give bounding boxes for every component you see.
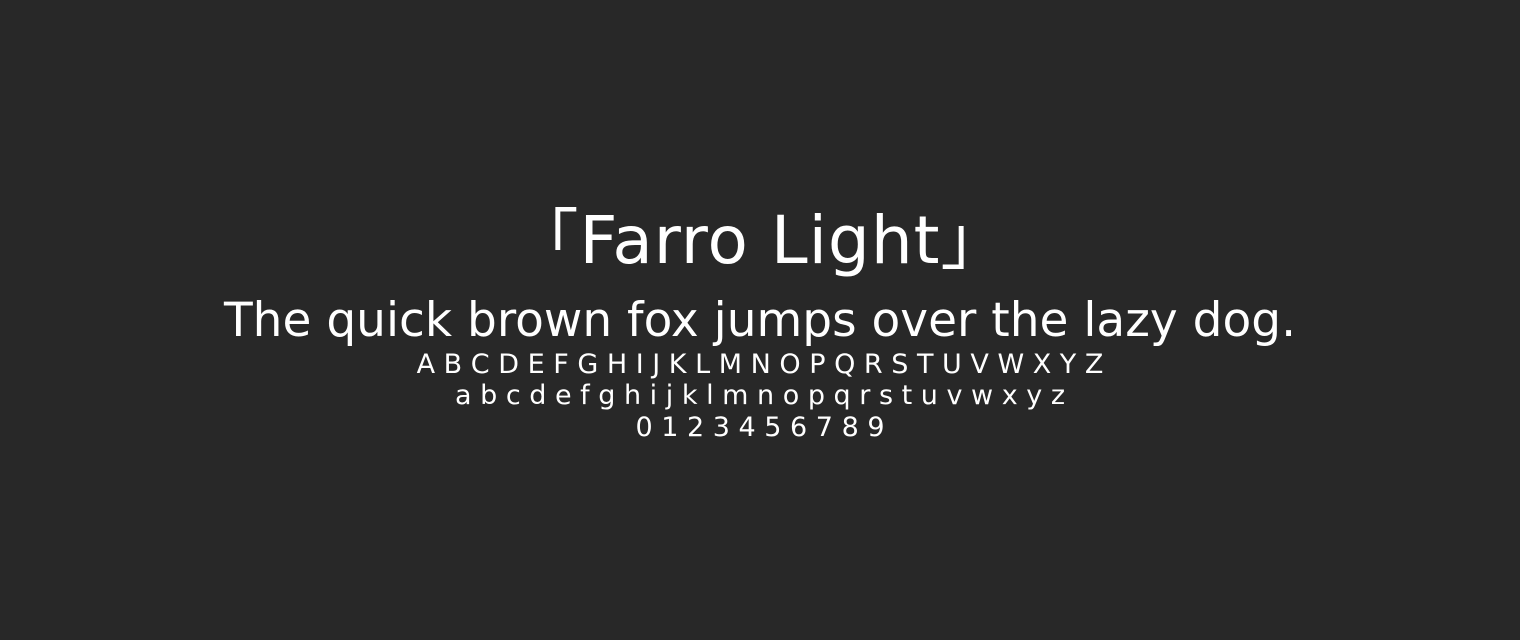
font-specimen: 「Farro Light」 The quick brown fox jumps …: [0, 0, 1520, 640]
digit-set: 0 1 2 3 4 5 6 7 8 9: [635, 412, 885, 443]
lowercase-alphabet: a b c d e f g h i j k l m n o p q r s t …: [454, 380, 1065, 411]
pangram-sample: The quick brown fox jumps over the lazy …: [223, 293, 1297, 348]
uppercase-alphabet: A B C D E F G H I J K L M N O P Q R S T …: [416, 349, 1104, 380]
font-name-title: 「Farro Light」: [512, 202, 1008, 279]
